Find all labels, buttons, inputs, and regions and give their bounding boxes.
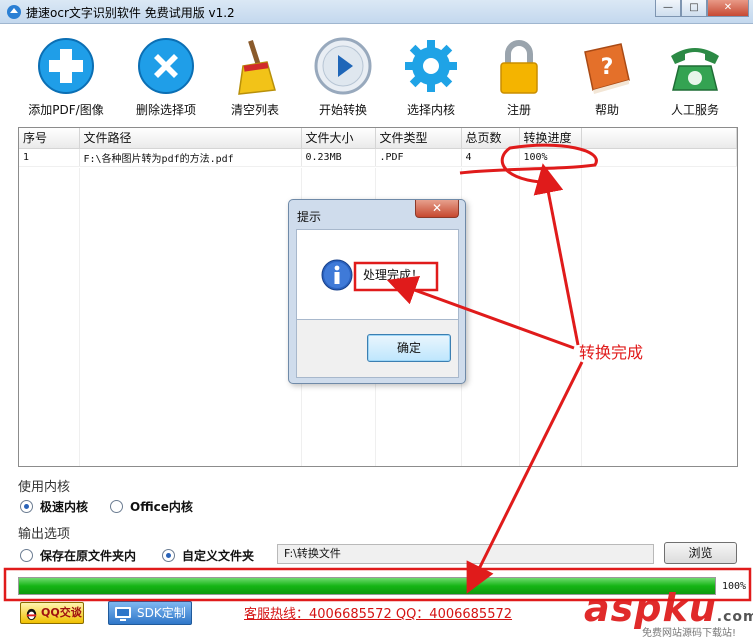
broom-icon <box>238 40 276 95</box>
engine-option-office-label: Office内核 <box>130 500 193 514</box>
help-button[interactable]: ? 帮助 <box>562 36 652 118</box>
clear-list-label: 清空列表 <box>230 103 279 117</box>
register-button[interactable]: 注册 <box>474 36 564 118</box>
watermark-subtitle: 免费网站源码下载站! <box>642 628 737 639</box>
gear-icon <box>405 40 457 92</box>
dialog-message: 处理完成！ <box>363 268 424 282</box>
dialog-close-button[interactable]: ✕ <box>415 200 459 218</box>
app-icon <box>7 5 21 19</box>
column-header-size[interactable]: 文件大小 <box>301 128 376 149</box>
add-file-button[interactable]: 添加PDF/图像 <box>21 36 111 118</box>
service-hotline[interactable]: 客服热线：4006685572 QQ：4006685572 <box>244 603 512 622</box>
radio-fast-engine[interactable] <box>20 500 33 513</box>
select-engine-button[interactable]: 选择内核 <box>386 36 476 118</box>
sdk-custom-button[interactable]: SDK定制 <box>108 601 192 625</box>
column-header-type[interactable]: 文件类型 <box>375 128 462 149</box>
dialog-title: 提示 <box>297 210 322 224</box>
info-icon <box>321 259 353 291</box>
column-header-progress[interactable]: 转换进度 <box>519 128 582 149</box>
cell-type: .PDF <box>375 148 462 167</box>
delete-selected-button[interactable]: 删除选择项 <box>121 36 211 118</box>
dialog-body: 处理完成！ <box>296 229 459 320</box>
radio-original-folder[interactable] <box>20 549 33 562</box>
file-list: 序号 文件路径 文件大小 文件类型 总页数 转换进度 1 F:\各种图片转为pd… <box>19 128 737 167</box>
minimize-button[interactable]: — <box>655 0 681 17</box>
radio-office-engine[interactable] <box>110 500 123 513</box>
cell-size: 0.23MB <box>301 148 376 167</box>
start-convert-button[interactable]: 开始转换 <box>298 36 388 118</box>
table-header-row: 序号 文件路径 文件大小 文件类型 总页数 转换进度 <box>19 128 737 149</box>
qq-penguin-icon <box>26 608 37 621</box>
output-option-original-folder[interactable]: 保存在原文件夹内 <box>20 547 136 564</box>
register-label: 注册 <box>506 103 531 117</box>
column-header-index[interactable]: 序号 <box>19 128 80 149</box>
sdk-icon <box>115 607 131 621</box>
play-icon <box>314 37 372 95</box>
table-row[interactable]: 1 F:\各种图片转为pdf的方法.pdf 0.23MB .PDF 4 100% <box>19 148 737 167</box>
delete-selected-label: 删除选择项 <box>135 103 196 117</box>
output-option-custom-folder[interactable]: 自定义文件夹 <box>162 547 254 564</box>
start-convert-label: 开始转换 <box>318 103 367 117</box>
engine-section-label: 使用内核 <box>18 480 71 495</box>
help-book-icon: ? <box>584 43 630 94</box>
dialog-footer: 确定 <box>296 320 459 378</box>
cell-index: 1 <box>19 148 80 167</box>
output-section-label: 输出选项 <box>18 527 71 542</box>
ok-button[interactable]: 确定 <box>367 334 451 362</box>
output-path-field[interactable]: F:\转换文件 <box>277 544 654 564</box>
window-title: 捷速ocr文字识别软件 免费试用版 v1.2 <box>26 6 235 20</box>
column-header-pages[interactable]: 总页数 <box>461 128 520 149</box>
message-dialog: 提示 ✕ 处理完成！ 确定 <box>288 199 466 384</box>
close-button[interactable]: ✕ <box>707 0 749 17</box>
cell-path: F:\各种图片转为pdf的方法.pdf <box>79 148 302 167</box>
annotation-label: 转换完成 <box>579 343 644 362</box>
select-engine-label: 选择内核 <box>406 103 455 117</box>
cell-spacer <box>581 148 737 167</box>
engine-option-office[interactable]: Office内核 <box>110 498 193 515</box>
manual-service-button[interactable]: 人工服务 <box>650 36 740 118</box>
help-label: 帮助 <box>594 103 619 117</box>
output-option-custom-folder-label: 自定义文件夹 <box>182 549 255 563</box>
engine-option-fast[interactable]: 极速内核 <box>20 498 88 515</box>
add-icon <box>38 38 94 94</box>
svg-text:?: ? <box>601 55 614 80</box>
phone-icon <box>671 48 719 91</box>
delete-icon <box>138 38 194 94</box>
cell-progress: 100% <box>519 148 582 167</box>
column-header-path[interactable]: 文件路径 <box>79 128 302 149</box>
maximize-button[interactable]: □ <box>681 0 707 17</box>
engine-option-fast-label: 极速内核 <box>40 500 89 514</box>
add-file-label: 添加PDF/图像 <box>28 103 104 117</box>
qq-chat-button[interactable]: QQ交谈 <box>20 602 84 624</box>
manual-service-label: 人工服务 <box>670 103 719 117</box>
column-header-spacer <box>581 128 737 149</box>
qq-chat-label: QQ交谈 <box>41 606 82 619</box>
toolbar: 添加PDF/图像 删除选择项 清空列表 开始转换 选择内核 注册 ? 帮助 人工… <box>0 24 753 120</box>
browse-button[interactable]: 浏览 <box>664 542 737 564</box>
radio-custom-folder[interactable] <box>162 549 175 562</box>
watermark-logo-com: .com <box>716 609 753 625</box>
window-controls: — □ ✕ <box>655 0 749 18</box>
sdk-custom-label: SDK定制 <box>137 606 186 620</box>
cell-pages: 4 <box>461 148 520 167</box>
lock-icon <box>500 40 538 94</box>
output-option-original-folder-label: 保存在原文件夹内 <box>40 549 137 563</box>
clear-list-button[interactable]: 清空列表 <box>210 36 300 118</box>
title-bar: 捷速ocr文字识别软件 免费试用版 v1.2 — □ ✕ <box>0 0 753 24</box>
